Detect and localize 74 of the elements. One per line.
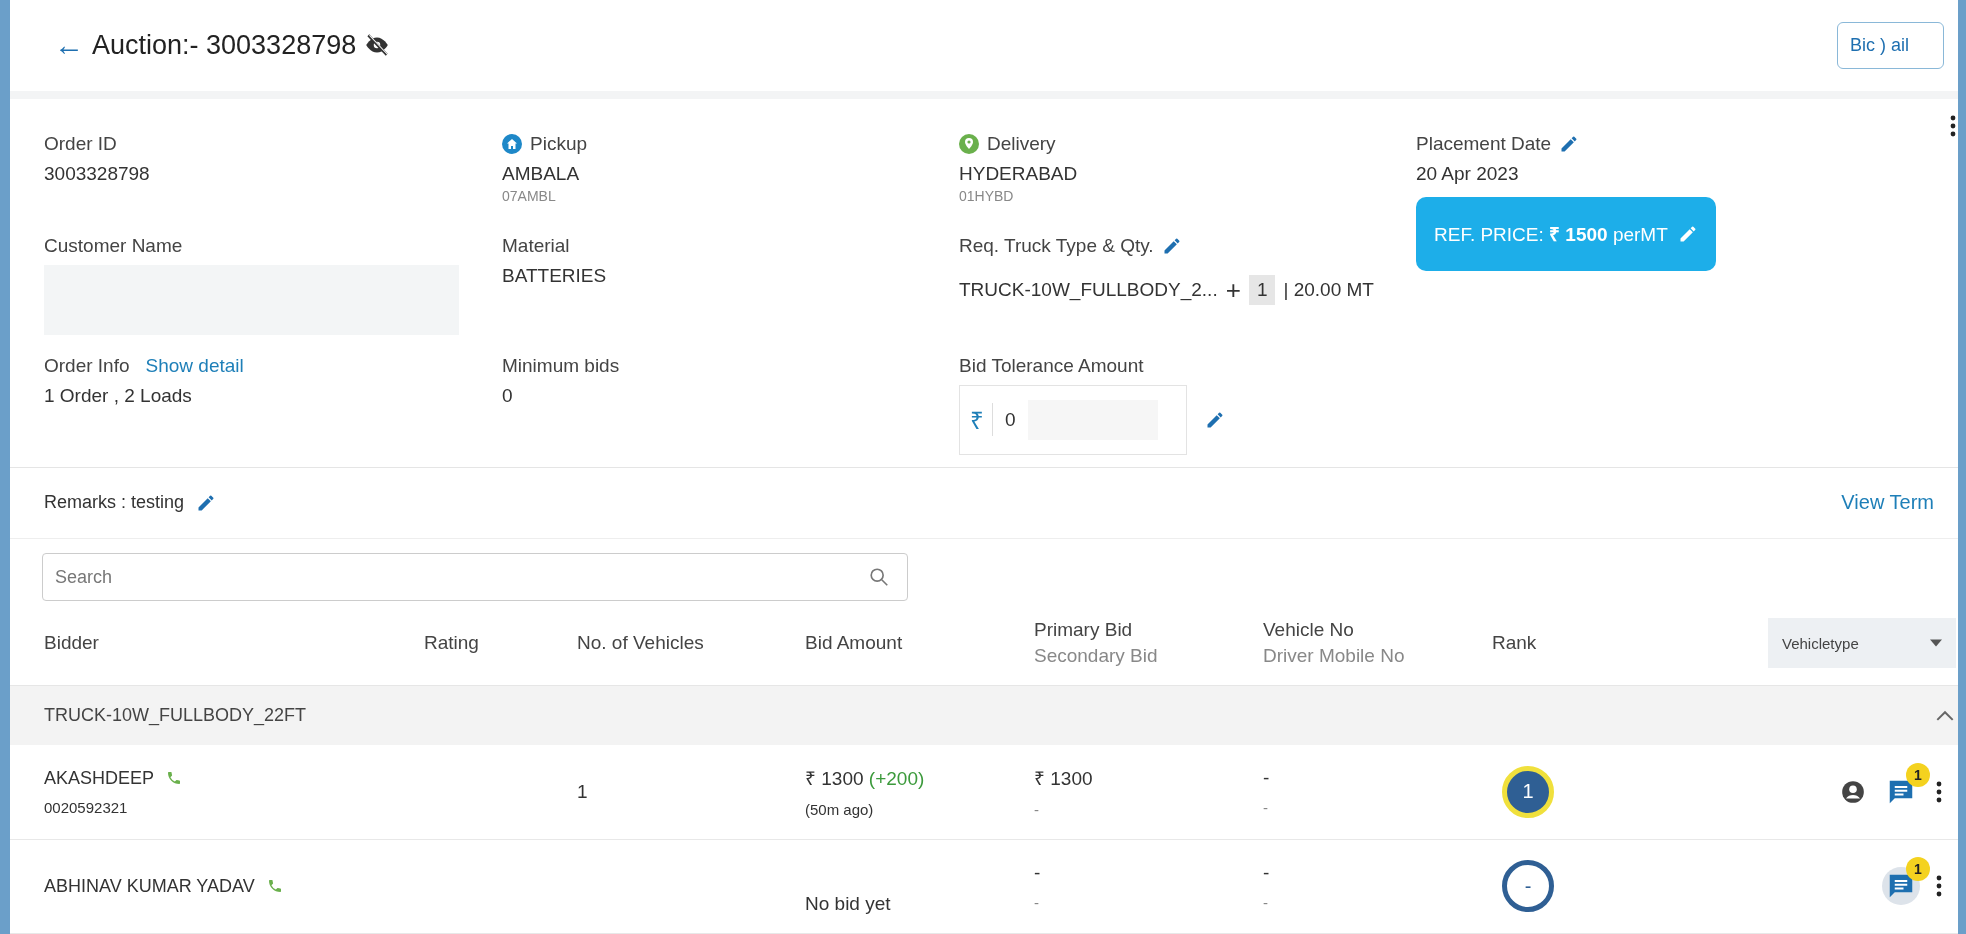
location-code: 07AMBL xyxy=(502,187,557,204)
bid-amount: ₹ 1300 (+200) xyxy=(805,767,926,792)
message-count-badge: 1 xyxy=(1906,762,1930,787)
field-label: Order ID xyxy=(44,132,117,155)
rank-badge: 1 xyxy=(1502,765,1554,818)
driver-mobile: - xyxy=(1263,893,1269,911)
weight-value: | 20.00 MT xyxy=(1283,279,1374,302)
column-header: Bid Amount xyxy=(805,632,904,655)
field-label: Customer Name xyxy=(44,234,183,257)
bid-time: (50m ago) xyxy=(805,801,875,819)
column-header: Vehicle No xyxy=(1263,619,1355,642)
field-value: 20 Apr 2023 xyxy=(1416,162,1520,185)
rank-badge: - xyxy=(1502,860,1554,913)
more-icon[interactable] xyxy=(1936,875,1942,898)
more-icon[interactable] xyxy=(1950,114,1956,137)
column-header: Rank xyxy=(1492,632,1538,655)
no-bid-text: No bid yet xyxy=(805,893,892,916)
secondary-bid: - xyxy=(1034,893,1040,911)
field-label: Delivery xyxy=(987,132,1056,155)
secondary-bid: - xyxy=(1034,801,1040,819)
show-detail-link[interactable]: Show detail xyxy=(145,354,244,377)
location-code: 01HYBD xyxy=(959,187,1015,204)
column-header: Bidder xyxy=(44,632,100,655)
caret-icon xyxy=(1930,639,1942,648)
view-term-link[interactable]: View Term xyxy=(1841,491,1934,515)
tolerance-input-field[interactable]: ₹ 0 xyxy=(959,384,1187,455)
column-header: Rating xyxy=(424,632,480,655)
location-pin-icon xyxy=(959,133,979,154)
column-header: Primary Bid xyxy=(1034,619,1134,642)
field-value: BATTERIES xyxy=(502,264,608,287)
bidder-code: 0020592321 xyxy=(44,798,129,816)
vehicletype-dropdown[interactable]: Vehicletype xyxy=(1768,618,1956,669)
group-title: TRUCK-10W_FULLBODY_22FT xyxy=(44,705,307,727)
quantity-value: 1 xyxy=(1248,275,1276,306)
more-icon[interactable] xyxy=(1936,780,1942,803)
vehicle-count: 1 xyxy=(577,780,588,802)
add-button[interactable]: + xyxy=(1225,274,1241,306)
column-header: No. of Vehicles xyxy=(577,632,705,655)
field-label: Material xyxy=(502,234,570,257)
column-subheader: Secondary Bid xyxy=(1034,645,1159,668)
phone-icon[interactable] xyxy=(166,770,183,787)
field-label: Placement Date xyxy=(1416,132,1552,155)
field-value: 1 Order , 2 Loads xyxy=(44,384,193,407)
chevron-icon[interactable] xyxy=(1936,710,1954,722)
home-icon xyxy=(502,133,522,154)
truck-type: TRUCK-10W_FULLBODY_2... xyxy=(959,279,1218,302)
field-label: Bid Tolerance Amount xyxy=(959,354,1144,377)
user-icon[interactable] xyxy=(1840,778,1866,805)
page-title: Auction:- 3003328798 xyxy=(92,29,357,61)
group-row[interactable]: TRUCK-10W_FULLBODY_22FT xyxy=(10,685,1958,746)
field-value: HYDERABAD xyxy=(959,162,1079,185)
field-label: Req. Truck Type & Qty. xyxy=(959,234,1154,257)
field-label: Order Info xyxy=(44,354,130,377)
phone-icon[interactable] xyxy=(266,878,283,895)
edit-icon[interactable] xyxy=(1205,409,1225,430)
field-value: AMBALA xyxy=(502,162,581,185)
remarks-text: Remarks : testing xyxy=(44,492,185,514)
bidder-name: ABHINAV KUMAR YADAV xyxy=(44,875,255,897)
message-count-badge: 1 xyxy=(1906,857,1930,882)
field-value: 0 xyxy=(502,384,514,407)
back-button[interactable]: ← xyxy=(54,28,84,63)
primary-bid: ₹ 1300 xyxy=(1034,767,1094,792)
primary-bid: - xyxy=(1034,861,1042,884)
search-icon xyxy=(868,566,890,589)
bidder-name: AKASHDEEP xyxy=(44,767,155,789)
bid-detail-button[interactable]: Bic ) ail xyxy=(1837,21,1944,69)
field-label: Minimum bids xyxy=(502,354,620,377)
driver-mobile: - xyxy=(1263,799,1269,817)
search-field[interactable]: Search xyxy=(42,553,908,602)
vehicle-number: - xyxy=(1263,861,1271,884)
field-value: 3003328798 xyxy=(44,162,151,185)
vehicle-number: - xyxy=(1263,767,1271,790)
field-label: Pickup xyxy=(530,132,588,155)
column-subheader: Driver Mobile No xyxy=(1263,645,1406,668)
